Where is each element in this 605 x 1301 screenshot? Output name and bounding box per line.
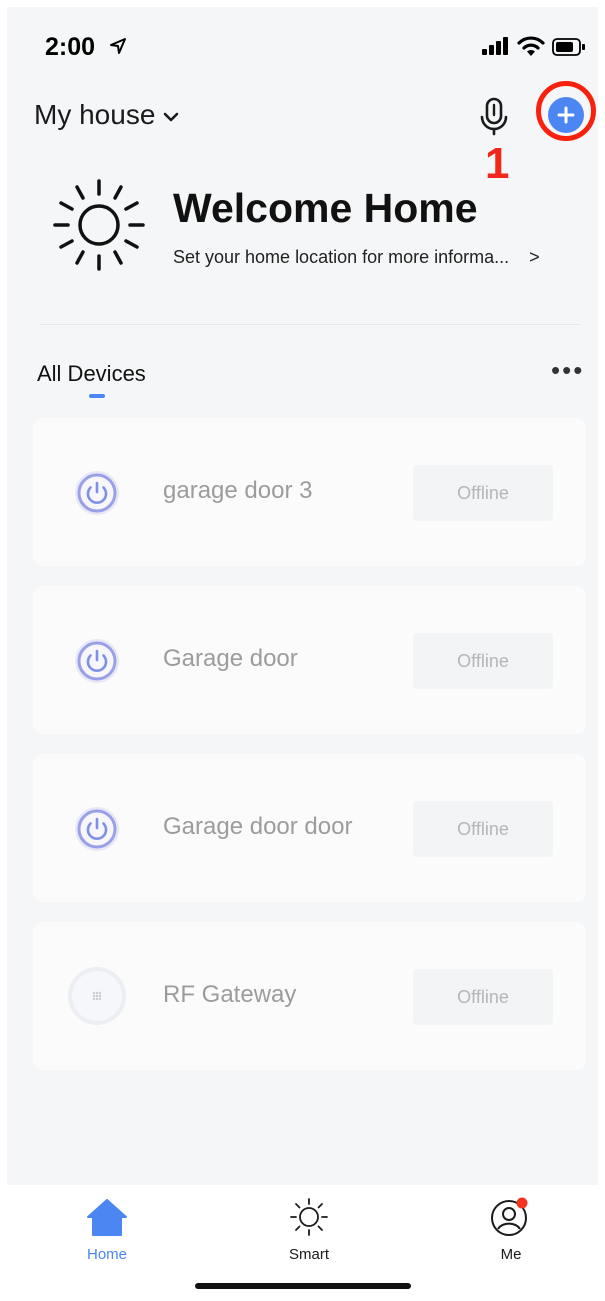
microphone-icon[interactable] [479,97,509,137]
more-options-button[interactable]: ••• [551,355,584,386]
device-name: RF Gateway [163,981,297,1008]
tab-smart-label: Smart [288,1246,329,1263]
device-name: Garage door door [163,813,353,840]
tab-smart[interactable]: Smart [269,1197,349,1263]
device-name: garage door 3 [163,477,313,504]
gateway-icon [68,967,126,1025]
wifi-icon [517,36,545,56]
location-arrow-icon [110,38,126,54]
device-card[interactable]: Garage door Offline [33,586,586,734]
power-icon [75,639,119,683]
power-icon [75,807,119,851]
home-icon [87,1199,127,1236]
device-name: Garage door [163,645,298,672]
cellular-signal-icon [482,37,508,55]
tab-me-label: Me [500,1246,522,1263]
bottom-tab-bar: Home Smart Me [7,1185,598,1294]
annotation-number: 1 [485,139,510,188]
plus-icon [557,106,575,124]
chevron-down-icon [164,112,179,121]
home-selector[interactable]: My house [34,99,179,131]
device-card[interactable]: RF Gateway Offline [33,922,586,1070]
tab-home[interactable]: Home [67,1197,147,1263]
add-device-button[interactable] [548,97,584,133]
sun-icon [53,179,145,271]
tab-indicator [89,394,105,398]
tab-home-label: Home [86,1246,127,1263]
tab-all-devices[interactable]: All Devices [37,361,146,387]
sun-icon [290,1198,328,1236]
device-status-badge: Offline [413,465,553,521]
chevron-right-icon: > [529,247,540,267]
power-icon [75,471,119,515]
device-card[interactable]: Garage door door Offline [33,754,586,902]
divider [40,324,579,325]
user-icon [491,1197,528,1236]
device-status-badge: Offline [413,801,553,857]
battery-icon [552,38,585,56]
set-location-link[interactable]: Set your home location for more informa.… [173,247,540,268]
device-card[interactable]: garage door 3 Offline [33,418,586,566]
home-name: My house [34,99,156,130]
home-indicator [195,1283,411,1289]
device-status-badge: Offline [413,969,553,1025]
tab-me[interactable]: Me [471,1197,551,1263]
welcome-title: Welcome Home [173,185,478,231]
app-screen: 2:00 My house 1 Welcome Home Set your ho… [7,7,598,1294]
welcome-subtitle: Set your home location for more informa.… [173,247,510,267]
status-time: 2:00 [45,33,96,61]
device-status-badge: Offline [413,633,553,689]
